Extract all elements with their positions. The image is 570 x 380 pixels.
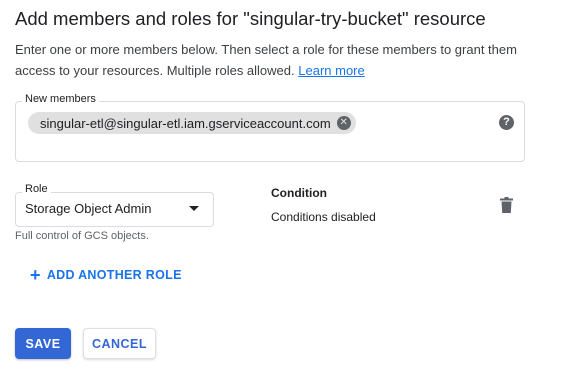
condition-title: Condition bbox=[271, 186, 327, 200]
member-chip: singular-etl@singular-etl.iam.gserviceac… bbox=[28, 112, 356, 134]
add-another-role-label: ADD ANOTHER ROLE bbox=[46, 268, 182, 282]
add-another-role-button[interactable]: + ADD ANOTHER ROLE bbox=[30, 266, 182, 284]
help-circle-icon[interactable]: ? bbox=[499, 115, 514, 130]
plus-icon: + bbox=[30, 265, 41, 285]
save-button[interactable]: SAVE bbox=[15, 328, 71, 359]
member-chip-text: singular-etl@singular-etl.iam.gserviceac… bbox=[40, 115, 331, 131]
learn-more-link[interactable]: Learn more bbox=[298, 63, 364, 78]
role-hint: Full control of GCS objects. bbox=[15, 230, 149, 242]
role-selected-value: Storage Object Admin bbox=[25, 201, 152, 216]
close-circle-icon[interactable]: ✕ bbox=[336, 116, 351, 130]
dialog-title: Add members and roles for "singular-try-… bbox=[15, 8, 486, 29]
dropdown-arrow-icon bbox=[189, 206, 199, 211]
cancel-button[interactable]: CANCEL bbox=[83, 328, 156, 359]
trash-icon[interactable] bbox=[500, 197, 513, 213]
role-label: Role bbox=[22, 183, 51, 195]
dialog-description: Enter one or more members below. Then se… bbox=[15, 39, 545, 81]
condition-value: Conditions disabled bbox=[271, 210, 376, 224]
new-members-label: New members bbox=[22, 93, 99, 105]
description-text: Enter one or more members below. Then se… bbox=[15, 42, 517, 78]
